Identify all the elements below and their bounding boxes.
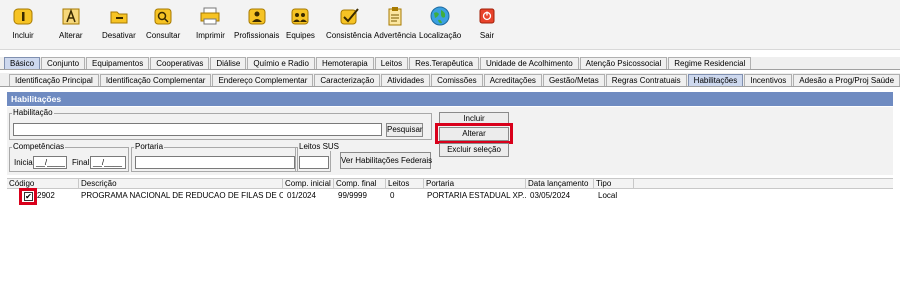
warning-label: Advertência <box>374 31 417 40</box>
include-icon <box>12 6 34 26</box>
tab-endereco-complementar[interactable]: Endereço Complementar <box>212 74 314 86</box>
competencias-group: Competências Inicial __/____ Final __/__… <box>9 142 129 172</box>
tab-leitos[interactable]: Leitos <box>374 57 409 69</box>
deactivate-icon <box>108 6 130 26</box>
deactivate-label: Desativar <box>102 31 136 40</box>
include-label: Incluir <box>12 31 34 40</box>
edit-label: Alterar <box>59 31 83 40</box>
inicial-input[interactable]: __/____ <box>33 156 67 169</box>
location-label: Localização <box>419 31 462 40</box>
print-button[interactable]: Imprimir <box>196 6 225 46</box>
habilitacoes-table: Código Descrição Comp. inicial Comp. fin… <box>7 178 893 294</box>
tab-res-terapeutica[interactable]: Res.Terapêutica <box>409 57 479 69</box>
inicial-label: Inicial <box>14 158 35 167</box>
col-portaria[interactable]: Portaria <box>424 179 526 189</box>
printer-icon <box>199 6 221 26</box>
cell-data-lancamento: 03/05/2024 <box>530 191 571 200</box>
tab-identificacao-principal[interactable]: Identificação Principal <box>9 74 99 86</box>
tab-comissoes[interactable]: Comissões <box>431 74 483 86</box>
teams-button[interactable]: Equipes <box>286 6 315 46</box>
section-title: Habilitações <box>7 92 893 106</box>
table-header: Código Descrição Comp. inicial Comp. fin… <box>7 179 893 189</box>
professionals-button[interactable]: Profissionais <box>234 6 279 46</box>
edit-icon <box>60 6 82 26</box>
col-data-lancamento[interactable]: Data lançamento <box>526 179 594 189</box>
tab-conjunto[interactable]: Conjunto <box>41 57 86 69</box>
ver-habilitacoes-federais-button[interactable]: Ver Habilitações Federais <box>340 152 432 169</box>
tab-caracterizacao[interactable]: Caracterização <box>314 74 381 86</box>
leitos-sus-input[interactable] <box>299 156 329 169</box>
tab-regras-contratuais[interactable]: Regras Contratuais <box>605 74 687 86</box>
cell-descricao: PROGRAMA NACIONAL DE REDUCAO DE FILAS DE… <box>81 191 283 200</box>
primary-tab-bar: Básico Conjunto Equipamentos Cooperativa… <box>0 57 900 70</box>
cell-codigo: 2902 <box>37 191 55 200</box>
tab-identificacao-complementar[interactable]: Identificação Complementar <box>99 74 212 86</box>
col-descricao[interactable]: Descrição <box>79 179 283 189</box>
cell-comp-inicial: 01/2024 <box>287 191 316 200</box>
location-button[interactable]: Localização <box>419 6 461 46</box>
print-label: Imprimir <box>196 31 225 40</box>
habilitacoes-form: Habilitação Pesquisar Competências Inici… <box>7 107 893 175</box>
tab-hemoterapia[interactable]: Hemoterapia <box>315 57 374 69</box>
portaria-group: Portaria <box>131 142 298 172</box>
professionals-label: Profissionais <box>234 31 280 40</box>
include-button[interactable]: Incluir <box>12 6 34 46</box>
edit-button[interactable]: Alterar <box>59 6 83 46</box>
search-icon <box>152 6 174 26</box>
consistency-icon <box>338 6 360 26</box>
portaria-input[interactable] <box>135 156 295 169</box>
tab-acreditacoes[interactable]: Acreditações <box>483 74 542 86</box>
tab-incentivos[interactable]: Incentivos <box>744 74 793 86</box>
consistency-button[interactable]: Consistência <box>326 6 372 46</box>
final-input[interactable]: __/____ <box>90 156 126 169</box>
tab-atencao-psicossocial[interactable]: Atenção Psicossocial <box>579 57 668 69</box>
habilitacao-input[interactable] <box>13 123 382 136</box>
tab-quimio-radio[interactable]: Químio e Radio <box>247 57 315 69</box>
search-button[interactable]: Consultar <box>146 6 180 46</box>
tab-gestao-metas[interactable]: Gestão/Metas <box>542 74 605 86</box>
tab-regime-residencial[interactable]: Regime Residencial <box>668 57 752 69</box>
tab-basico[interactable]: Básico <box>4 57 41 69</box>
alterar-highlight <box>435 123 513 144</box>
leitos-sus-group: Leitos SUS <box>295 142 341 172</box>
portaria-legend: Portaria <box>134 142 165 151</box>
tab-atividades[interactable]: Atividades <box>381 74 431 86</box>
main-toolbar: Incluir Alterar Desativar Consultar Impr… <box>0 0 900 50</box>
leitos-sus-legend: Leitos SUS <box>298 142 341 151</box>
tab-dialise[interactable]: Diálise <box>210 57 247 69</box>
cell-portaria: PORTARIA ESTADUAL XP... <box>427 191 526 200</box>
exit-icon <box>476 6 498 26</box>
exit-label: Sair <box>479 31 495 40</box>
consistency-label: Consistência <box>326 31 372 40</box>
professionals-icon <box>246 6 268 26</box>
col-codigo[interactable]: Código <box>7 179 79 189</box>
warning-button[interactable]: Advertência <box>374 6 416 46</box>
tab-unidade-acolhimento[interactable]: Unidade de Acolhimento <box>479 57 579 69</box>
globe-icon <box>429 6 451 26</box>
deactivate-button[interactable]: Desativar <box>102 6 136 46</box>
tab-cooperativas[interactable]: Cooperativas <box>150 57 210 69</box>
secondary-tab-bar: Identificação Principal Identificação Co… <box>0 73 900 87</box>
exit-button[interactable]: Sair <box>476 6 498 46</box>
search-label: Consultar <box>146 31 181 40</box>
col-leitos[interactable]: Leitos <box>386 179 424 189</box>
tab-equipamentos[interactable]: Equipamentos <box>86 57 150 69</box>
cell-leitos: 0 <box>390 191 395 200</box>
cell-tipo: Local <box>598 191 618 200</box>
final-label: Final <box>72 158 90 167</box>
clipboard-icon <box>384 6 406 26</box>
habilitacao-group: Habilitação Pesquisar <box>9 108 432 140</box>
cell-comp-final: 99/9999 <box>338 191 367 200</box>
teams-label: Equipes <box>286 31 315 40</box>
competencias-legend: Competências <box>12 142 66 151</box>
pesquisar-button[interactable]: Pesquisar <box>386 123 423 137</box>
excluir-selecao-button[interactable]: Excluir seleção <box>439 143 509 157</box>
habilitacao-legend: Habilitação <box>12 108 54 117</box>
col-comp-inicial[interactable]: Comp. inicial <box>283 179 334 189</box>
tab-habilitacoes[interactable]: Habilitações <box>687 74 744 86</box>
col-comp-final[interactable]: Comp. final <box>334 179 386 189</box>
tab-adesao-prog-proj[interactable]: Adesão a Prog/Proj Saúde <box>793 74 900 86</box>
teams-icon <box>289 6 311 26</box>
col-tipo[interactable]: Tipo <box>594 179 634 189</box>
